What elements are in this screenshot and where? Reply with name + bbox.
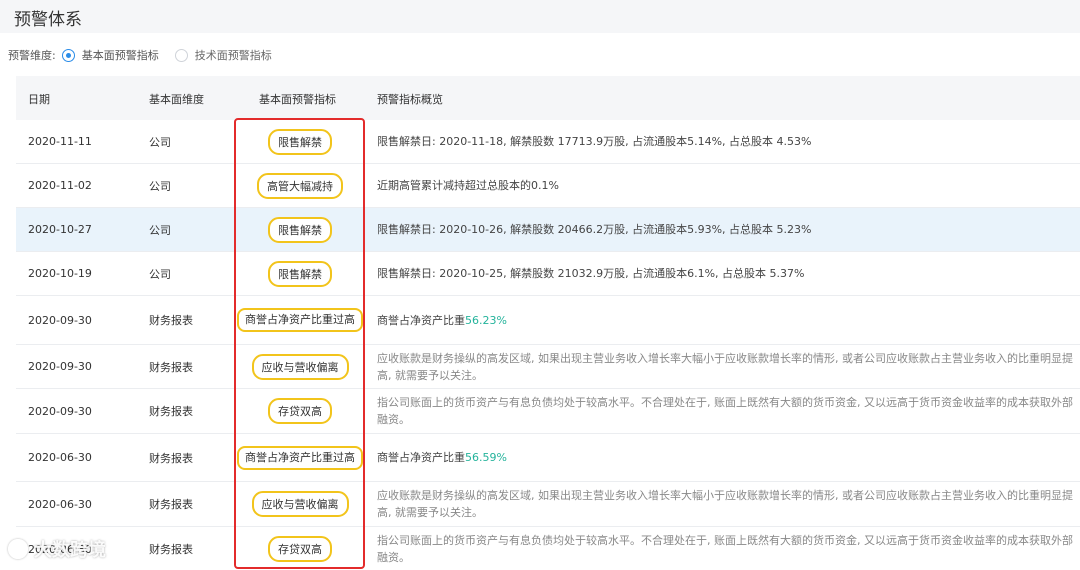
indicator-cell: 限售解禁 xyxy=(236,208,364,251)
indicator-tag: 应收与营收偏离 xyxy=(251,353,349,380)
summary-cell: 指公司账面上的货币资产与有息负债均处于较高水平。不合理处在于, 账面上既然有大额… xyxy=(377,534,1073,564)
column-header-date: 日期 xyxy=(28,93,50,106)
radio-fundamental[interactable] xyxy=(61,48,75,62)
indicator-tag: 应收与营收偏离 xyxy=(251,491,349,517)
indicator-tag: 存贷双高 xyxy=(268,398,332,424)
indicator-tag: 存贷双高 xyxy=(268,536,332,562)
table-row[interactable]: 2020-09-30 财务报表 存贷双高 指公司账面上的货币资产与有息负债均处于… xyxy=(16,389,1080,434)
summary-cell: 限售解禁日: 2020-11-18, 解禁股数 17713.9万股, 占流通股本… xyxy=(377,135,812,148)
indicator-cell: 存贷双高 xyxy=(236,527,364,570)
date-cell: 2020-09-30 xyxy=(28,313,92,327)
table-header: 日期 基本面维度 基本面预警指标 预警指标概览 xyxy=(16,76,1080,120)
dimension-cell: 公司 xyxy=(149,179,171,193)
date-cell: 2020-09-30 xyxy=(28,360,92,373)
summary-cell: 应收账款是财务操纵的高发区域, 如果出现主营业务收入增长率大幅小于应收账款增长率… xyxy=(377,489,1073,519)
summary-cell: 商誉占净资产比重 56.23% xyxy=(377,296,1077,344)
dimension-cell: 财务报表 xyxy=(149,360,193,374)
table-row[interactable]: 2020-06-30 财务报表 存贷双高 指公司账面上的货币资产与有息负债均处于… xyxy=(16,527,1080,570)
summary-cell: 应收账款是财务操纵的高发区域, 如果出现主营业务收入增长率大幅小于应收账款增长率… xyxy=(377,351,1073,382)
table-row[interactable]: 2020-10-19 公司 限售解禁 限售解禁日: 2020-10-25, 解禁… xyxy=(16,252,1080,296)
indicator-cell: 存贷双高 xyxy=(236,389,364,433)
dimension-cell: 财务报表 xyxy=(149,498,193,511)
indicator-tag: 高管大幅减持 xyxy=(257,172,343,199)
table-row-highlighted[interactable]: 2020-10-27 公司 限售解禁 限售解禁日: 2020-10-26, 解禁… xyxy=(16,208,1080,252)
indicator-cell: 商誉占净资产比重过高 xyxy=(236,434,364,481)
radio-technical[interactable] xyxy=(174,48,188,62)
date-cell: 2020-06-30 xyxy=(28,497,92,511)
page-title: 预警体系 xyxy=(14,10,82,30)
table-row[interactable]: 2020-06-30 财务报表 应收与营收偏离 应收账款是财务操纵的高发区域, … xyxy=(16,482,1080,527)
table-row[interactable]: 2020-06-30 财务报表 商誉占净资产比重过高 商誉占净资产比重 56.59… xyxy=(16,434,1080,482)
indicator-cell: 高管大幅减持 xyxy=(236,164,364,207)
watermark: 大数跨境 xyxy=(8,536,106,562)
indicator-cell: 限售解禁 xyxy=(236,252,364,295)
date-cell: 2020-11-11 xyxy=(28,135,92,148)
dimension-label: 预警维度: xyxy=(8,49,56,62)
radio-fundamental-label[interactable]: 基本面预警指标 xyxy=(82,47,159,63)
date-cell: 2020-10-19 xyxy=(28,267,92,280)
dimension-selector: 预警维度: 基本面预警指标 技术面预警指标 xyxy=(8,46,278,64)
table-row[interactable]: 2020-09-30 财务报表 应收与营收偏离 应收账款是财务操纵的高发区域, … xyxy=(16,345,1080,389)
summary-cell: 限售解禁日: 2020-10-26, 解禁股数 20466.2万股, 占流通股本… xyxy=(377,223,812,236)
watermark-text: 大数跨境 xyxy=(34,540,106,561)
dimension-cell: 财务报表 xyxy=(149,314,193,327)
watermark-logo-icon xyxy=(8,539,28,559)
date-cell: 2020-09-30 xyxy=(28,404,92,418)
table-row[interactable]: 2020-11-11 公司 限售解禁 限售解禁日: 2020-11-18, 解禁… xyxy=(16,120,1080,164)
summary-value: 56.23% xyxy=(465,313,507,327)
summary-value: 56.59% xyxy=(465,451,507,464)
column-header-indicator: 基本面预警指标 xyxy=(259,93,336,106)
indicator-cell: 商誉占净资产比重过高 xyxy=(236,296,364,344)
indicator-cell: 应收与营收偏离 xyxy=(236,345,364,388)
dimension-cell: 公司 xyxy=(149,135,171,149)
summary-cell: 商誉占净资产比重 56.59% xyxy=(377,434,1077,481)
indicator-tag: 商誉占净资产比重过高 xyxy=(237,445,363,470)
summary-cell: 指公司账面上的货币资产与有息负债均处于较高水平。不合理处在于, 账面上既然有大额… xyxy=(377,396,1073,426)
summary-cell: 限售解禁日: 2020-10-25, 解禁股数 21032.9万股, 占流通股本… xyxy=(377,267,805,280)
indicator-tag: 商誉占净资产比重过高 xyxy=(237,308,363,332)
dimension-cell: 财务报表 xyxy=(149,543,193,556)
indicator-cell: 应收与营收偏离 xyxy=(236,482,364,526)
date-cell: 2020-10-27 xyxy=(28,223,92,236)
date-cell: 2020-11-02 xyxy=(28,179,92,192)
date-cell: 2020-06-30 xyxy=(28,451,92,464)
column-header-dimension: 基本面维度 xyxy=(149,93,204,106)
dimension-cell: 财务报表 xyxy=(149,451,193,465)
header-bar: 预警体系 xyxy=(0,0,1080,33)
indicator-cell: 限售解禁 xyxy=(236,120,364,163)
warning-table: 日期 基本面维度 基本面预警指标 预警指标概览 2020-11-11 公司 限售… xyxy=(16,76,1080,570)
table-row[interactable]: 2020-09-30 财务报表 商誉占净资产比重过高 商誉占净资产比重 56.23… xyxy=(16,296,1080,345)
table-row[interactable]: 2020-11-02 公司 高管大幅减持 近期高管累计减持超过总股本的0.1% xyxy=(16,164,1080,208)
indicator-tag: 限售解禁 xyxy=(268,216,332,243)
dimension-cell: 公司 xyxy=(149,223,171,237)
indicator-tag: 限售解禁 xyxy=(268,260,332,287)
dimension-cell: 财务报表 xyxy=(149,405,193,418)
summary-cell: 近期高管累计减持超过总股本的0.1% xyxy=(377,179,559,192)
column-header-summary: 预警指标概览 xyxy=(377,93,443,106)
radio-technical-label[interactable]: 技术面预警指标 xyxy=(195,47,272,63)
summary-text: 商誉占净资产比重 xyxy=(377,313,465,327)
indicator-tag: 限售解禁 xyxy=(268,128,332,155)
summary-text: 商誉占净资产比重 xyxy=(377,451,465,464)
dimension-cell: 公司 xyxy=(149,267,171,281)
